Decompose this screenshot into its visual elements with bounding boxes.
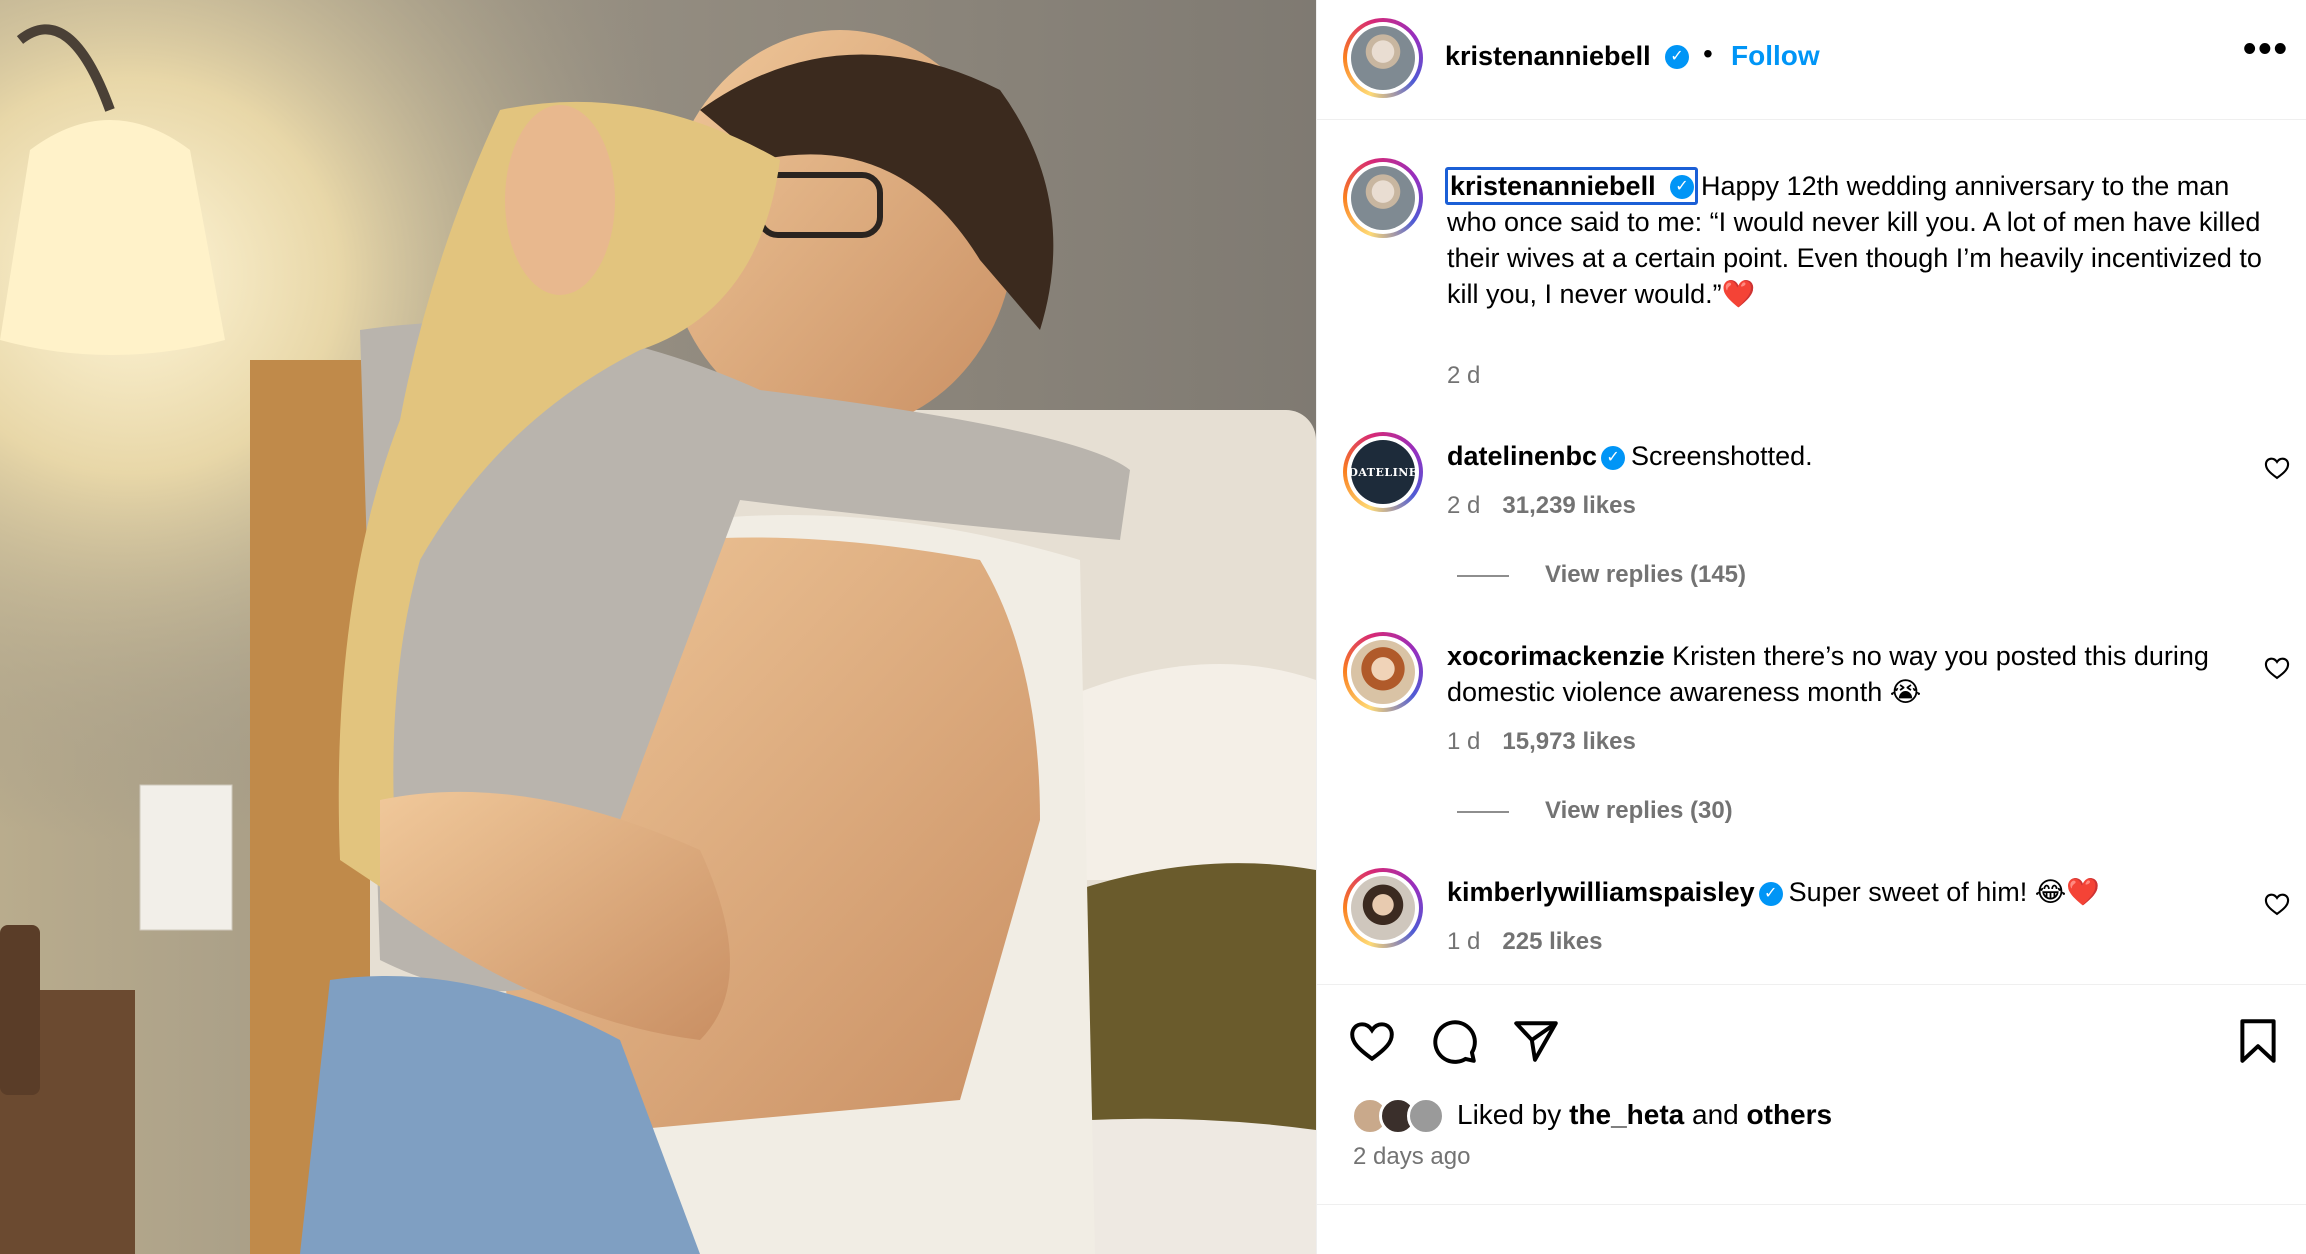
author-username[interactable]: kristenanniebell: [1445, 41, 1651, 72]
comment-likes[interactable]: 15,973 likes: [1502, 728, 1635, 755]
actions-divider: [1317, 984, 2306, 985]
author-avatar[interactable]: [1343, 18, 1423, 98]
comment-username[interactable]: xocorimackenzie: [1447, 641, 1665, 671]
post-photo[interactable]: [0, 0, 1316, 1254]
comment-username[interactable]: kimberlywilliamspaisley: [1447, 877, 1755, 907]
comment-like-heart-icon[interactable]: [2263, 890, 2291, 918]
liked-by-others[interactable]: others: [1747, 1099, 1833, 1130]
caption-avatar[interactable]: [1343, 158, 1423, 238]
comment-likes[interactable]: 31,239 likes: [1502, 492, 1635, 519]
verified-badge-icon: ✓: [1601, 445, 1626, 470]
like-heart-icon[interactable]: [1347, 1016, 1397, 1066]
liked-by-avatars[interactable]: [1351, 1097, 1457, 1135]
comment-time[interactable]: 2 d: [1447, 492, 1480, 519]
comment-text: kimberlywilliamspaisley ✓ Super sweet of h…: [1447, 874, 2247, 910]
header-separator: •: [1703, 38, 1713, 69]
comment-icon[interactable]: [1429, 1016, 1479, 1066]
liked-by-join: and: [1692, 1099, 1739, 1130]
liked-by-prefix: Liked by: [1457, 1099, 1562, 1130]
comment-likes[interactable]: 225 likes: [1502, 928, 1602, 955]
caption-time[interactable]: 2 d: [1447, 362, 1480, 390]
comment-time[interactable]: 1 d: [1447, 728, 1480, 755]
share-icon[interactable]: [1511, 1016, 1561, 1066]
footer-divider: [1317, 1204, 2306, 1205]
comment-avatar[interactable]: [1343, 868, 1423, 948]
post-header: kristenanniebell ✓ • Follow •••: [1317, 0, 2306, 120]
comment-body: Super sweet of him! 😂❤️: [1788, 877, 2100, 907]
comment-like-heart-icon[interactable]: [2263, 654, 2291, 682]
more-options-icon[interactable]: •••: [2243, 28, 2289, 71]
comment-avatar[interactable]: [1343, 632, 1423, 712]
verified-badge-icon: ✓: [1758, 881, 1783, 906]
bookmark-icon[interactable]: [2233, 1016, 2283, 1066]
view-replies-button[interactable]: View replies (145): [1457, 561, 1746, 589]
post-timestamp[interactable]: 2 days ago: [1353, 1143, 1470, 1171]
photo-illustration: [0, 0, 1316, 1254]
comment-meta: 1 d 15,973 likes: [1447, 728, 1636, 756]
post-side-panel: kristenanniebell ✓ • Follow ••• Happy 12…: [1316, 0, 2306, 1254]
comment-meta: 1 d 225 likes: [1447, 928, 1602, 956]
follow-button[interactable]: Follow: [1731, 40, 1820, 72]
view-replies-button[interactable]: View replies (30): [1457, 797, 1733, 825]
instagram-post-modal: kristenanniebell ✓ • Follow ••• Happy 12…: [0, 0, 2306, 1254]
comment-time[interactable]: 1 d: [1447, 928, 1480, 955]
comment-like-heart-icon[interactable]: [2263, 454, 2291, 482]
comment-avatar[interactable]: DATELINE: [1343, 432, 1423, 512]
liker-avatar: [1407, 1097, 1445, 1135]
comment-text: xocorimackenzie Kristen there’s no way y…: [1447, 638, 2237, 710]
caption-username-link[interactable]: kristenanniebell ✓: [1445, 167, 1698, 205]
verified-badge-icon: ✓: [1665, 45, 1689, 69]
liked-by-text: Liked by the_heta and others: [1457, 1099, 1832, 1131]
comment-username[interactable]: datelinenbc: [1447, 441, 1597, 471]
comment-body: Screenshotted.: [1631, 441, 1813, 471]
verified-badge-icon: ✓: [1670, 175, 1694, 199]
liked-by-user[interactable]: the_heta: [1569, 1099, 1684, 1130]
comment-meta: 2 d 31,239 likes: [1447, 492, 1636, 520]
caption-username[interactable]: kristenanniebell: [1450, 171, 1656, 201]
comment-text: datelinenbc ✓ Screenshotted.: [1447, 438, 2247, 474]
dateline-avatar-label: DATELINE: [1351, 465, 1415, 479]
